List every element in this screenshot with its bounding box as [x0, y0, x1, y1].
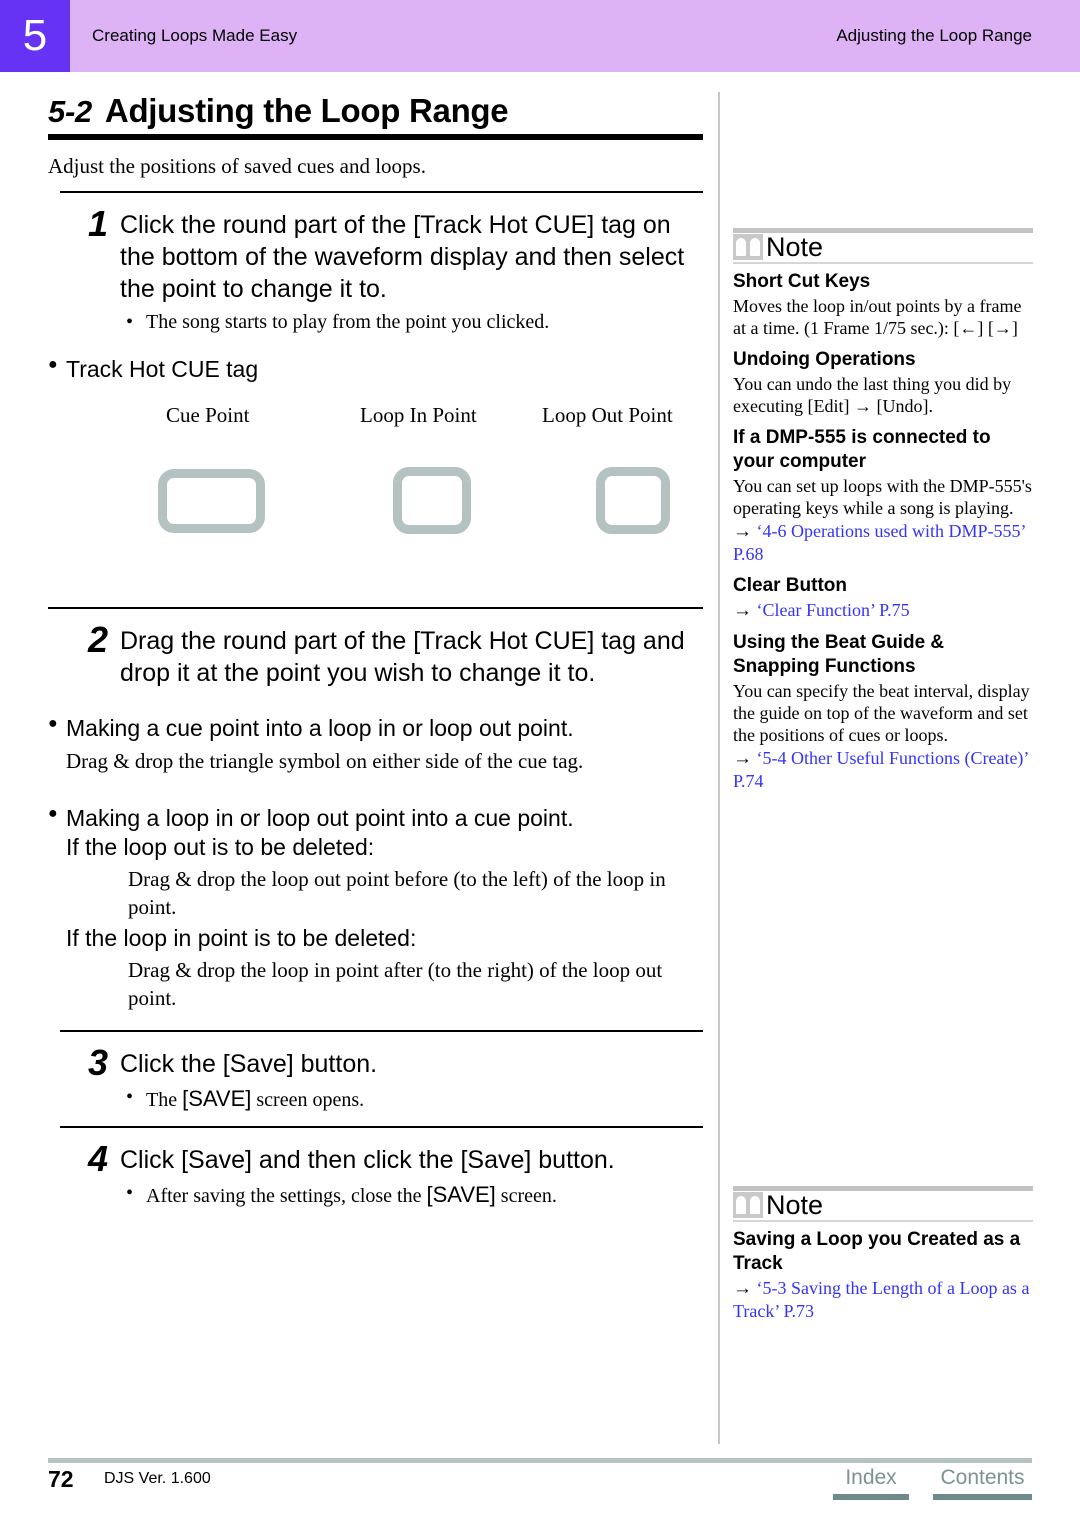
arrow-right-icon: →	[733, 1278, 752, 1299]
note-1-entry-5-link-text: ‘5-4 Other Useful Functions (Create)’ P.…	[733, 748, 1029, 791]
subsection-a-heading: Making a cue point into a loop in or loo…	[48, 715, 703, 742]
note-1-entry-3-link-text: ‘4-6 Operations used with DMP-555’ P.68	[733, 521, 1026, 564]
book-icon	[733, 1192, 763, 1218]
note-1-entry-2-body: You can undo the last thing you did by e…	[733, 374, 1012, 416]
note-1-entry-2-heading: Undoing Operations	[733, 349, 916, 370]
side-notes-column: Note Short Cut Keys Moves the loop in/ou…	[733, 228, 1033, 1322]
step-3-number: 3	[88, 1042, 109, 1083]
figure-label-loop-in-point: Loop In Point	[360, 403, 477, 427]
step-1: 1 Click the round part of the [Track Hot…	[48, 203, 703, 334]
section-title-text: Adjusting the Loop Range	[104, 92, 509, 129]
step-4-bullet-pre: After saving the settings, close the	[146, 1185, 427, 1207]
step-3-bullet: The [SAVE] screen opens.	[120, 1086, 703, 1112]
chapter-number-badge: 5	[0, 0, 70, 72]
figure-label-cue-point: Cue Point	[166, 403, 250, 427]
note-1-entry-5-body: You can specify the beat interval, displ…	[733, 681, 1030, 745]
figure-image-area	[48, 437, 703, 607]
step3-rule	[60, 1030, 703, 1032]
subsection-b-case1-label: If the loop out is to be deleted:	[66, 834, 375, 860]
step-4-bullet-key: [SAVE]	[426, 1182, 496, 1207]
note-2-entry-1-link-text: ‘5-3 Saving the Length of a Loop as a Tr…	[733, 1278, 1030, 1321]
figure-heading: Track Hot CUE tag	[48, 356, 703, 383]
note-2-title: Note	[766, 1190, 824, 1220]
step-4: 4 Click [Save] and then click the [Save]…	[48, 1138, 703, 1208]
footer-contents-underline	[933, 1494, 1032, 1500]
step-4-title: Click [Save] and then click the [Save] b…	[120, 1146, 615, 1174]
arrow-right-icon: →	[733, 600, 752, 621]
step-2-title: Drag the round part of the [Track Hot CU…	[120, 627, 685, 687]
note-1-entry-3-link[interactable]: → ‘4-6 Operations used with DMP-555’ P.6…	[733, 520, 1033, 565]
step-3: 3 Click the [Save] button. The [SAVE] sc…	[48, 1042, 703, 1112]
footer-index-label: Index	[845, 1466, 897, 1489]
footer-index-underline	[833, 1494, 909, 1500]
figure-placeholder-loop-in-point	[393, 467, 471, 534]
subsection-b-case2-body: Drag & drop the loop in point after (to …	[128, 958, 663, 1010]
figure-labels: Cue Point Loop In Point Loop Out Point	[48, 403, 703, 437]
step4-rule	[60, 1126, 703, 1128]
step-3-bullet-key: [SAVE]	[182, 1086, 252, 1111]
step-3-bullet-post: screen opens.	[251, 1089, 365, 1111]
note-1-entry-3-heading: If a DMP-555 is connected to your comput…	[733, 427, 991, 472]
book-icon	[733, 234, 763, 260]
note-1-entry-1-heading: Short Cut Keys	[733, 271, 871, 292]
step-2: 2 Drag the round part of the [Track Hot …	[48, 619, 703, 689]
footer-contents-link[interactable]: Contents	[933, 1466, 1032, 1500]
step-1-number: 1	[88, 203, 109, 244]
footer-index-link[interactable]: Index	[833, 1466, 909, 1500]
figure-label-loop-out-point: Loop Out Point	[542, 403, 673, 427]
intro-rule	[60, 191, 703, 193]
step-2-number: 2	[88, 619, 109, 660]
note-box-1: Note Short Cut Keys Moves the loop in/ou…	[733, 228, 1033, 792]
note-1-entry-4-link[interactable]: → ‘Clear Function’ P.75	[733, 599, 1033, 622]
page-header: 5 Creating Loops Made Easy Adjusting the…	[0, 0, 1080, 72]
note-box-2: Note Saving a Loop you Created as a Trac…	[733, 1186, 1033, 1322]
main-content-column: 5-2 Adjusting the Loop Range Adjust the p…	[48, 92, 703, 1208]
footer-rule	[48, 1458, 1032, 1463]
column-divider	[718, 92, 720, 1444]
figure-rule	[48, 607, 703, 609]
arrow-right-icon: →	[733, 748, 752, 769]
subsection-b-case2-label: If the loop in point is to be deleted:	[66, 925, 417, 951]
step-4-bullet: After saving the settings, close the [SA…	[120, 1182, 703, 1208]
note-1-header: Note	[733, 233, 1033, 264]
step-3-title: Click the [Save] button.	[120, 1050, 378, 1078]
header-section-title: Adjusting the Loop Range	[836, 26, 1032, 45]
note-1-entry-4-link-text: ‘Clear Function’ P.75	[756, 600, 910, 620]
note-1-entry-4-heading: Clear Button	[733, 575, 847, 596]
section-intro: Adjust the positions of saved cues and l…	[48, 154, 426, 178]
figure-placeholder-loop-out-point	[596, 467, 670, 534]
note-2-entry-1-link[interactable]: → ‘5-3 Saving the Length of a Loop as a …	[733, 1277, 1033, 1322]
step-1-title: Click the round part of the [Track Hot C…	[120, 211, 685, 303]
step-4-number: 4	[88, 1138, 109, 1179]
software-version: DJS Ver. 1.600	[104, 1470, 211, 1487]
note-1-entry-3-body: You can set up loops with the DMP-555's …	[733, 476, 1032, 518]
subsection-b-heading: Making a loop in or loop out point into …	[48, 805, 703, 832]
section-number: 5-2	[48, 94, 92, 129]
step-1-bullet: The song starts to play from the point y…	[120, 311, 703, 334]
header-chapter-title: Creating Loops Made Easy	[92, 26, 298, 45]
figure-placeholder-cue-point	[158, 469, 265, 533]
page-number: 72	[48, 1466, 74, 1492]
note-1-entry-1-body: Moves the loop in/out points by a frame …	[733, 296, 1022, 338]
footer-contents-label: Contents	[940, 1466, 1025, 1489]
note-1-entry-5-link[interactable]: → ‘5-4 Other Useful Functions (Create)’ …	[733, 747, 1033, 792]
heading-rule	[48, 134, 703, 140]
subsection-b-case1-body: Drag & drop the loop out point before (t…	[128, 867, 666, 919]
arrow-right-icon: →	[733, 521, 752, 542]
subsection-a-body: Drag & drop the triangle symbol on eithe…	[66, 749, 584, 773]
note-2-entry-1-heading: Saving a Loop you Created as a Track	[733, 1229, 1021, 1274]
page-title: 5-2 Adjusting the Loop Range	[48, 92, 703, 130]
step-4-bullet-post: screen.	[495, 1185, 557, 1207]
step-3-bullet-pre: The	[146, 1089, 183, 1111]
note-2-header: Note	[733, 1191, 1033, 1222]
note-1-entry-5-heading: Using the Beat Guide & Snapping Function…	[733, 632, 945, 677]
note-1-title: Note	[766, 232, 824, 262]
